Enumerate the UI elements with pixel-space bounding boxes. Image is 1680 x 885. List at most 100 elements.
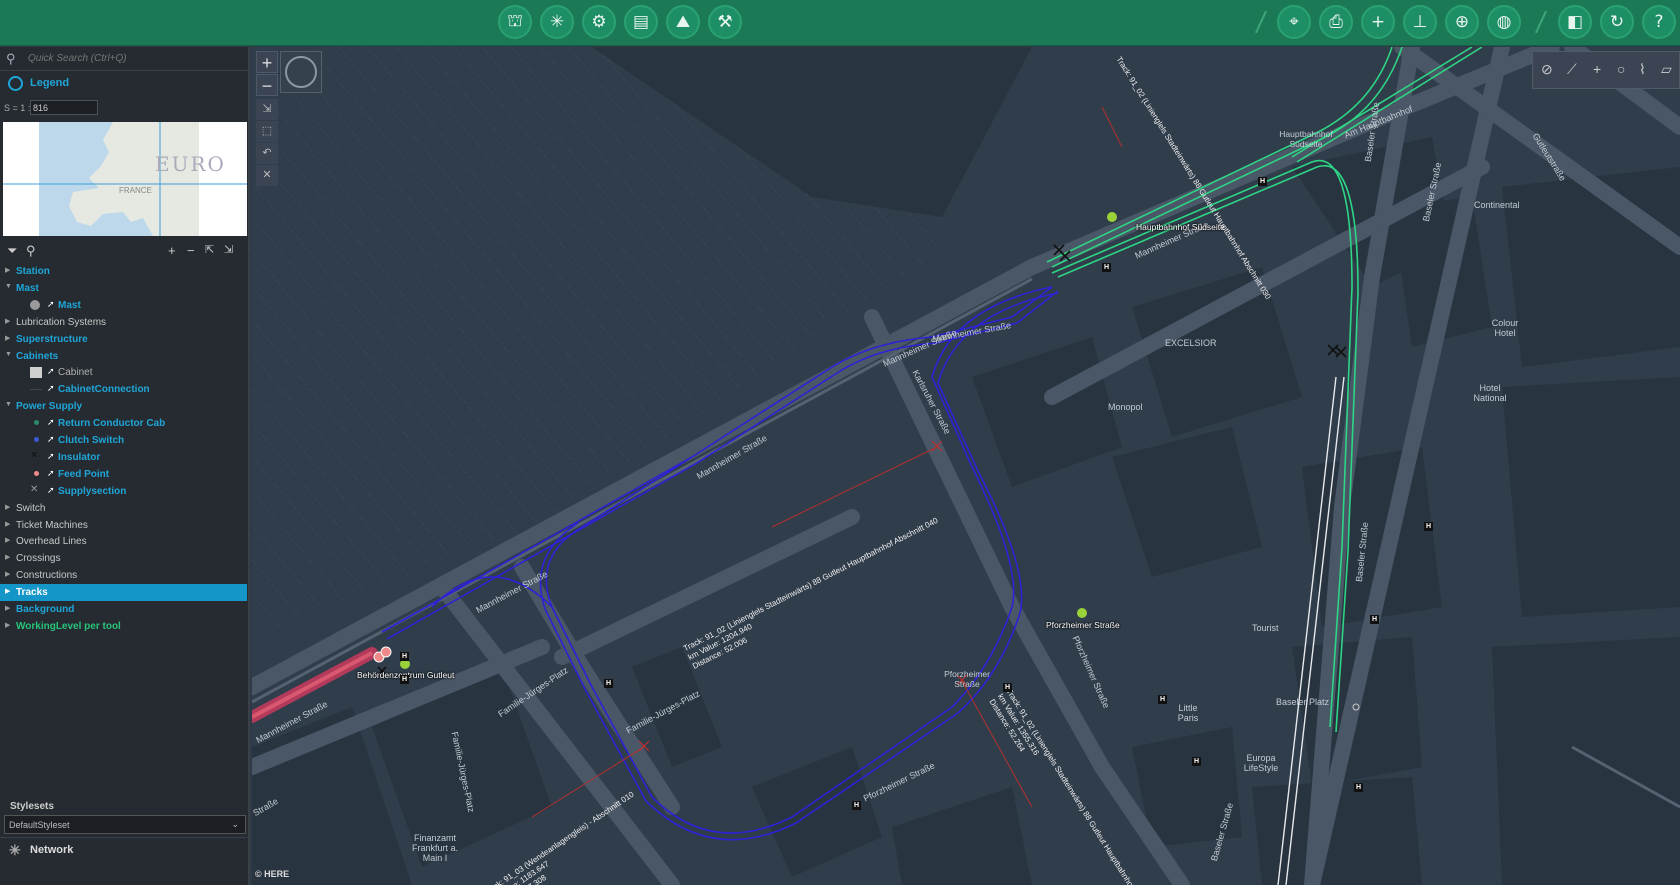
collapse-all-icon[interactable]: − bbox=[187, 243, 195, 258]
deselect-icon[interactable]: ⇲ bbox=[224, 243, 233, 256]
globe-icon[interactable]: ◍ bbox=[1487, 5, 1521, 39]
station-label[interactable]: Pforzheimer Straße bbox=[1046, 620, 1120, 630]
selectable-icon[interactable]: ➚ bbox=[47, 366, 55, 377]
network-icon[interactable]: ✳ bbox=[540, 5, 574, 39]
layer-row[interactable]: ▶ WorkingLevel per tool bbox=[0, 618, 247, 635]
stop-marker[interactable]: H bbox=[604, 679, 613, 688]
line-tool-icon[interactable]: ⟋ bbox=[1567, 61, 1577, 78]
select-visible-icon[interactable]: ⇱ bbox=[205, 243, 214, 256]
layer-row[interactable]: ✕ ➚ Insulator bbox=[0, 449, 247, 466]
box-select-icon[interactable]: ⬚ bbox=[256, 121, 278, 142]
chevron-right-icon[interactable]: ▶ bbox=[5, 317, 10, 325]
layer-row[interactable]: ▶ Station bbox=[0, 263, 247, 280]
stop-marker[interactable]: H bbox=[1102, 263, 1111, 272]
search-icon[interactable]: ⚲ bbox=[26, 243, 36, 259]
chevron-down-icon[interactable]: ▼ bbox=[5, 283, 12, 290]
layer-row[interactable]: ✕ ➚ Supplysection bbox=[0, 483, 247, 500]
chevron-right-icon[interactable]: ▶ bbox=[5, 587, 10, 595]
add-icon[interactable]: + bbox=[1361, 5, 1395, 39]
measure-icon[interactable]: ⊥ bbox=[1403, 5, 1437, 39]
layer-row[interactable]: ▶ Tracks bbox=[0, 584, 247, 602]
chevron-right-icon[interactable]: ▶ bbox=[5, 334, 10, 342]
station-label[interactable]: Hauptbahnhof Südseite bbox=[1276, 129, 1336, 149]
chevron-down-icon[interactable]: ▼ bbox=[5, 351, 12, 358]
stop-marker[interactable]: H bbox=[852, 801, 861, 810]
chevron-right-icon[interactable]: ▶ bbox=[5, 520, 10, 528]
station-label[interactable]: Pforzheimer Straße bbox=[942, 669, 992, 689]
stop-marker[interactable]: H bbox=[1258, 177, 1267, 186]
mountain-icon[interactable]: ⛰ bbox=[666, 5, 700, 39]
stop-marker[interactable]: H bbox=[1354, 783, 1363, 792]
chevron-right-icon[interactable]: ▶ bbox=[5, 536, 10, 544]
network-panel-button[interactable]: ✳ Network bbox=[0, 837, 248, 861]
chevron-right-icon[interactable]: ▶ bbox=[5, 553, 10, 561]
add-point-icon[interactable]: ⊕ bbox=[1445, 5, 1479, 39]
stop-marker[interactable]: H bbox=[1370, 615, 1379, 624]
sidebar-icon[interactable]: ◧ bbox=[1558, 5, 1592, 39]
layer-row[interactable]: ➚ Mast bbox=[0, 297, 247, 314]
selectable-icon[interactable]: ➚ bbox=[47, 383, 55, 394]
chevron-right-icon[interactable]: ▶ bbox=[5, 570, 10, 578]
switch-icon[interactable]: ⚙ bbox=[582, 5, 616, 39]
scale-input[interactable] bbox=[30, 100, 98, 115]
layer-row[interactable]: ▼ Cabinets bbox=[0, 348, 247, 365]
crane-icon[interactable]: ⚒ bbox=[708, 5, 742, 39]
refresh-icon[interactable]: ↻ bbox=[1600, 5, 1634, 39]
layer-row[interactable]: ▶ Superstructure bbox=[0, 331, 247, 348]
selectable-icon[interactable]: ➚ bbox=[47, 468, 55, 479]
circle-tool-icon[interactable]: ○ bbox=[1617, 61, 1625, 77]
hide-icon[interactable]: ⊘ bbox=[1541, 61, 1553, 78]
layer-row[interactable]: ▼ Mast bbox=[0, 280, 247, 297]
clear-select-icon[interactable]: ✕ bbox=[256, 165, 278, 186]
stop-marker[interactable]: H bbox=[1424, 522, 1433, 531]
help-icon[interactable]: ? bbox=[1642, 5, 1676, 39]
layer-row[interactable]: ➚ CabinetConnection bbox=[0, 381, 247, 398]
filter-icon[interactable]: ⏷ bbox=[7, 243, 17, 259]
tower-icon[interactable]: ⛫ bbox=[498, 5, 532, 39]
schedule-icon[interactable]: ▤ bbox=[624, 5, 658, 39]
station-label[interactable]: Hauptbahnhof Südseite bbox=[1136, 222, 1225, 232]
polyline-tool-icon[interactable]: ⌇ bbox=[1639, 61, 1646, 78]
layer-row[interactable]: ▶ Overhead Lines bbox=[0, 533, 247, 550]
styleset-select[interactable]: DefaultStyleset ⌄ bbox=[4, 815, 246, 834]
layer-row[interactable]: ▶ Crossings bbox=[0, 550, 247, 567]
quick-search-input[interactable] bbox=[28, 50, 243, 67]
zoom-in-button[interactable]: + bbox=[256, 51, 278, 73]
selectable-icon[interactable]: ➚ bbox=[47, 299, 55, 310]
layer-row[interactable]: ▶ Background bbox=[0, 601, 247, 618]
stop-marker[interactable]: H bbox=[400, 652, 409, 661]
stop-marker[interactable]: H bbox=[1192, 757, 1201, 766]
stop-marker[interactable]: H bbox=[1003, 683, 1012, 692]
zoom-out-button[interactable]: − bbox=[256, 74, 278, 96]
layer-row[interactable]: ▼ Power Supply bbox=[0, 398, 247, 415]
expand-all-icon[interactable]: + bbox=[168, 243, 176, 258]
selectable-icon[interactable]: ➚ bbox=[47, 417, 55, 428]
layer-row[interactable]: ➚ Cabinet bbox=[0, 364, 247, 381]
selectable-icon[interactable]: ➚ bbox=[47, 434, 55, 445]
undo-view-icon[interactable]: ↶ bbox=[256, 143, 278, 164]
layer-row[interactable]: ➚ Return Conductor Cab bbox=[0, 415, 247, 432]
layer-row[interactable]: ➚ Feed Point bbox=[0, 466, 247, 483]
stop-marker[interactable]: H bbox=[1158, 695, 1167, 704]
layer-row[interactable]: ▶ Ticket Machines bbox=[0, 517, 247, 534]
select-tool-icon[interactable]: ⇲ bbox=[256, 99, 278, 120]
selectable-icon[interactable]: ➚ bbox=[47, 451, 55, 462]
point-tool-icon[interactable]: + bbox=[1593, 61, 1601, 77]
selectable-icon[interactable]: ➚ bbox=[47, 485, 55, 496]
overview-minimap[interactable]: EURO FRANCE bbox=[3, 122, 247, 236]
chevron-down-icon[interactable]: ▼ bbox=[5, 401, 12, 408]
layer-row[interactable]: ▶ Switch bbox=[0, 500, 247, 517]
select-icon[interactable]: ⌖ bbox=[1277, 5, 1311, 39]
layer-row[interactable]: ▶ Constructions bbox=[0, 567, 247, 584]
chevron-right-icon[interactable]: ▶ bbox=[5, 266, 10, 274]
layer-row[interactable]: ▶ Lubrication Systems bbox=[0, 314, 247, 331]
pan-control[interactable] bbox=[280, 51, 322, 93]
legend-header[interactable]: Legend bbox=[0, 73, 250, 95]
print-icon[interactable]: ⎙ bbox=[1319, 5, 1353, 39]
chevron-right-icon[interactable]: ▶ bbox=[5, 503, 10, 511]
stop-marker[interactable]: H bbox=[400, 675, 409, 684]
chevron-right-icon[interactable]: ▶ bbox=[5, 604, 10, 612]
layer-row[interactable]: ➚ Clutch Switch bbox=[0, 432, 247, 449]
chevron-right-icon[interactable]: ▶ bbox=[5, 621, 10, 629]
area-tool-icon[interactable]: ▱ bbox=[1661, 61, 1672, 78]
